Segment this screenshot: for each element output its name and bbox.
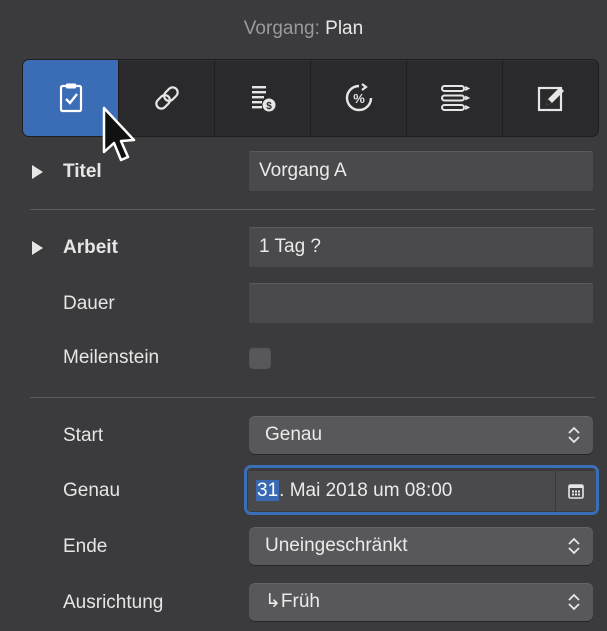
dauer-field[interactable] <box>249 283 593 323</box>
ende-select-value: Uneingeschränkt <box>265 535 408 556</box>
date-day-selected[interactable]: 31 <box>256 480 280 501</box>
ausrichtung-select-value: ↳Früh <box>265 591 320 612</box>
tab-notes[interactable] <box>503 60 598 136</box>
svg-text:%: % <box>353 91 365 106</box>
chevron-up-down-icon <box>568 537 580 555</box>
clipboard-check-icon <box>59 83 82 113</box>
date-rest: . Mai 2018 um 08:00 <box>279 480 453 501</box>
label-ausrichtung: Ausrichtung <box>63 592 164 613</box>
label-start: Start <box>63 425 104 446</box>
row-genau: Genau 31. Mai 2018 um 08:00 <box>0 465 607 515</box>
tab-progress[interactable]: % <box>311 60 407 136</box>
chevron-up-down-icon <box>568 593 580 611</box>
row-ausrichtung: Ausrichtung ↳Früh <box>0 581 607 625</box>
row-arbeit: Arbeit 1 Tag ? <box>0 226 607 270</box>
arbeit-field[interactable]: 1 Tag ? <box>249 227 593 267</box>
edit-notes-icon <box>537 86 564 112</box>
titel-field[interactable]: Vorgang A <box>249 151 593 191</box>
meilenstein-checkbox[interactable] <box>249 347 271 369</box>
label-dauer: Dauer <box>63 293 115 314</box>
label-meilenstein: Meilenstein <box>63 347 160 368</box>
calendar-icon <box>568 484 584 499</box>
row-titel: Titel Vorgang A <box>0 150 607 194</box>
tab-costs[interactable]: $ <box>215 60 311 136</box>
label-genau: Genau <box>63 480 121 501</box>
header-key: Vorgang: <box>243 18 320 39</box>
tab-structure[interactable] <box>407 60 503 136</box>
start-select[interactable]: Genau <box>249 416 593 454</box>
divider <box>30 397 595 398</box>
link-icon <box>154 86 179 110</box>
disclosure-triangle-titel[interactable] <box>32 165 43 179</box>
row-meilenstein: Meilenstein <box>0 336 607 380</box>
genau-date-field[interactable]: 31. Mai 2018 um 08:00 <box>248 471 596 511</box>
start-select-value: Genau <box>265 424 323 445</box>
chevron-up-down-icon <box>568 426 580 444</box>
svg-text:$: $ <box>266 101 272 112</box>
disclosure-triangle-arbeit[interactable] <box>32 241 43 255</box>
ende-select[interactable]: Uneingeschränkt <box>249 527 593 565</box>
percent-progress-icon: % <box>345 83 372 112</box>
label-ende: Ende <box>63 536 108 557</box>
row-start: Start Genau <box>0 414 607 458</box>
ausrichtung-select[interactable]: ↳Früh <box>249 583 593 621</box>
cost-list-icon: $ <box>251 86 275 112</box>
inspector-header: Vorgang: Plan <box>0 0 607 58</box>
header-value: Plan <box>325 18 364 39</box>
row-dauer: Dauer <box>0 282 607 326</box>
outline-list-icon <box>440 85 470 111</box>
row-ende: Ende Uneingeschränkt <box>0 525 607 569</box>
calendar-button[interactable] <box>555 471 596 511</box>
label-arbeit: Arbeit <box>63 237 118 258</box>
label-titel: Titel <box>63 161 102 182</box>
divider <box>30 209 595 210</box>
